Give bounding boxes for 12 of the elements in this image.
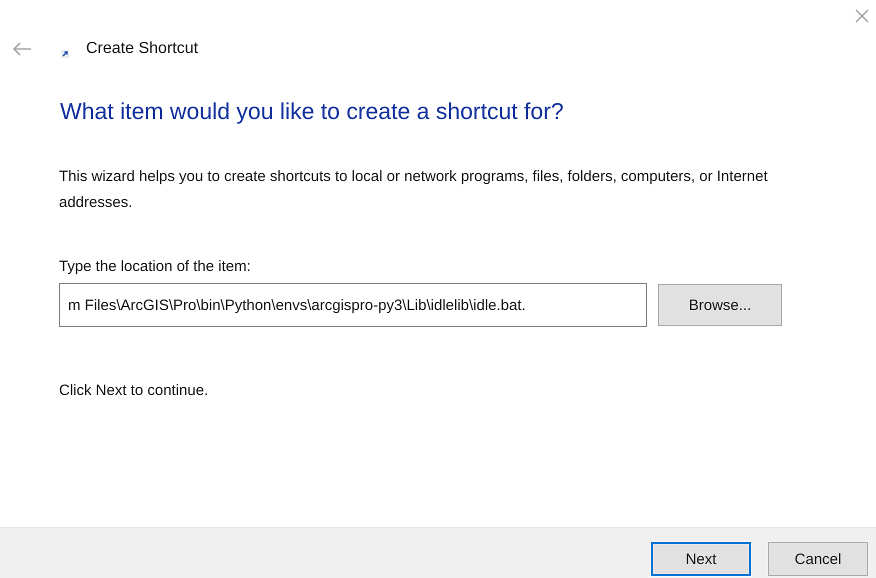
hint-text: Click Next to continue. <box>59 382 208 399</box>
shortcut-icon <box>61 50 69 58</box>
wizard-heading: What item would you like to create a shortcut for? <box>60 98 564 125</box>
browse-button[interactable]: Browse... <box>658 284 782 326</box>
location-label: Type the location of the item: <box>59 258 251 275</box>
dialog-button[interactable]: Next <box>651 542 751 576</box>
window-title: Create Shortcut <box>86 40 198 58</box>
location-field[interactable]: m Files\ArcGIS\Pro\bin\Python\envs\arcgispro-py3\Lib\idlelib\idle.bat. <box>59 283 647 327</box>
back-arrow-icon[interactable] <box>12 42 32 56</box>
description-text: This wizard helps you to create shortcuts to local or network programs, files, folders, computers, or Internet addresses. <box>59 167 769 213</box>
close-icon[interactable] <box>855 9 869 23</box>
dialog-button[interactable]: Cancel <box>768 542 868 576</box>
